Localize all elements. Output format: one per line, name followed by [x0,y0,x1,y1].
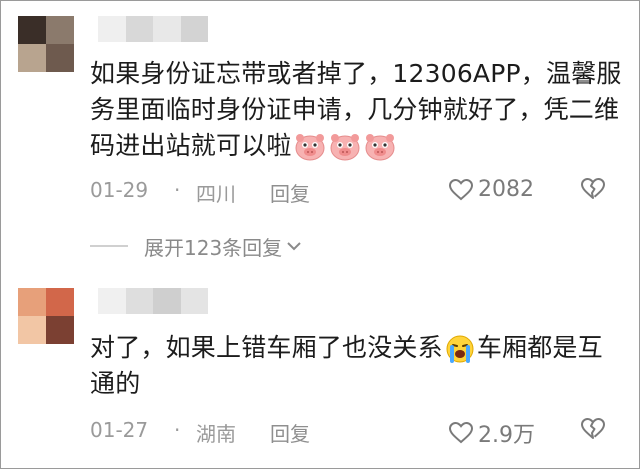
chevron-down-icon [287,242,301,251]
comment-body-start: 对了，如果上错车厢了也没关系 [90,333,443,362]
reply-button[interactable]: 回复 [270,178,310,207]
comment-date: 01-27 [90,418,149,442]
username-blurred[interactable] [98,288,208,314]
comment-location: 四川 [196,182,236,206]
comment-text: 对了，如果上错车厢了也没关系 车厢都是互通的 [90,330,622,402]
comment-text: 如果身份证忘带或者掉了，12306APP，温馨服务里面临时身份证申请，几分钟就好… [90,56,622,164]
comment-meta: 01-27 · 湖南 回复 2.9万 [90,417,630,449]
broken-heart-icon [581,177,606,199]
heart-icon [448,421,474,444]
emoji-group [294,133,399,161]
avatar[interactable] [18,288,74,344]
like-button[interactable]: 2082 [448,177,534,202]
divider-line [90,245,128,247]
meta-separator: · [174,418,181,442]
like-count: 2082 [478,177,534,202]
pig-face-icon [365,134,395,161]
broken-heart-icon [581,417,606,439]
like-count: 2.9万 [478,423,535,448]
like-button[interactable]: 2.9万 [448,417,535,449]
reply-button[interactable]: 回复 [270,418,310,447]
avatar[interactable] [18,16,74,72]
crying-face-icon [446,335,474,363]
pig-face-icon [330,134,360,161]
pig-face-icon [295,134,325,161]
dislike-button[interactable] [580,417,606,446]
comment-location: 湖南 [196,422,236,446]
meta-separator: · [174,178,181,202]
expand-replies-label: 展开123条回复 [144,235,283,260]
comment-meta: 01-29 · 四川 回复 2082 [90,177,630,207]
dislike-button[interactable] [580,177,606,206]
expand-replies-button[interactable]: 展开123条回复 [90,232,302,260]
comment-date: 01-29 [90,178,149,202]
username-blurred[interactable] [98,16,208,42]
heart-icon [448,178,474,200]
